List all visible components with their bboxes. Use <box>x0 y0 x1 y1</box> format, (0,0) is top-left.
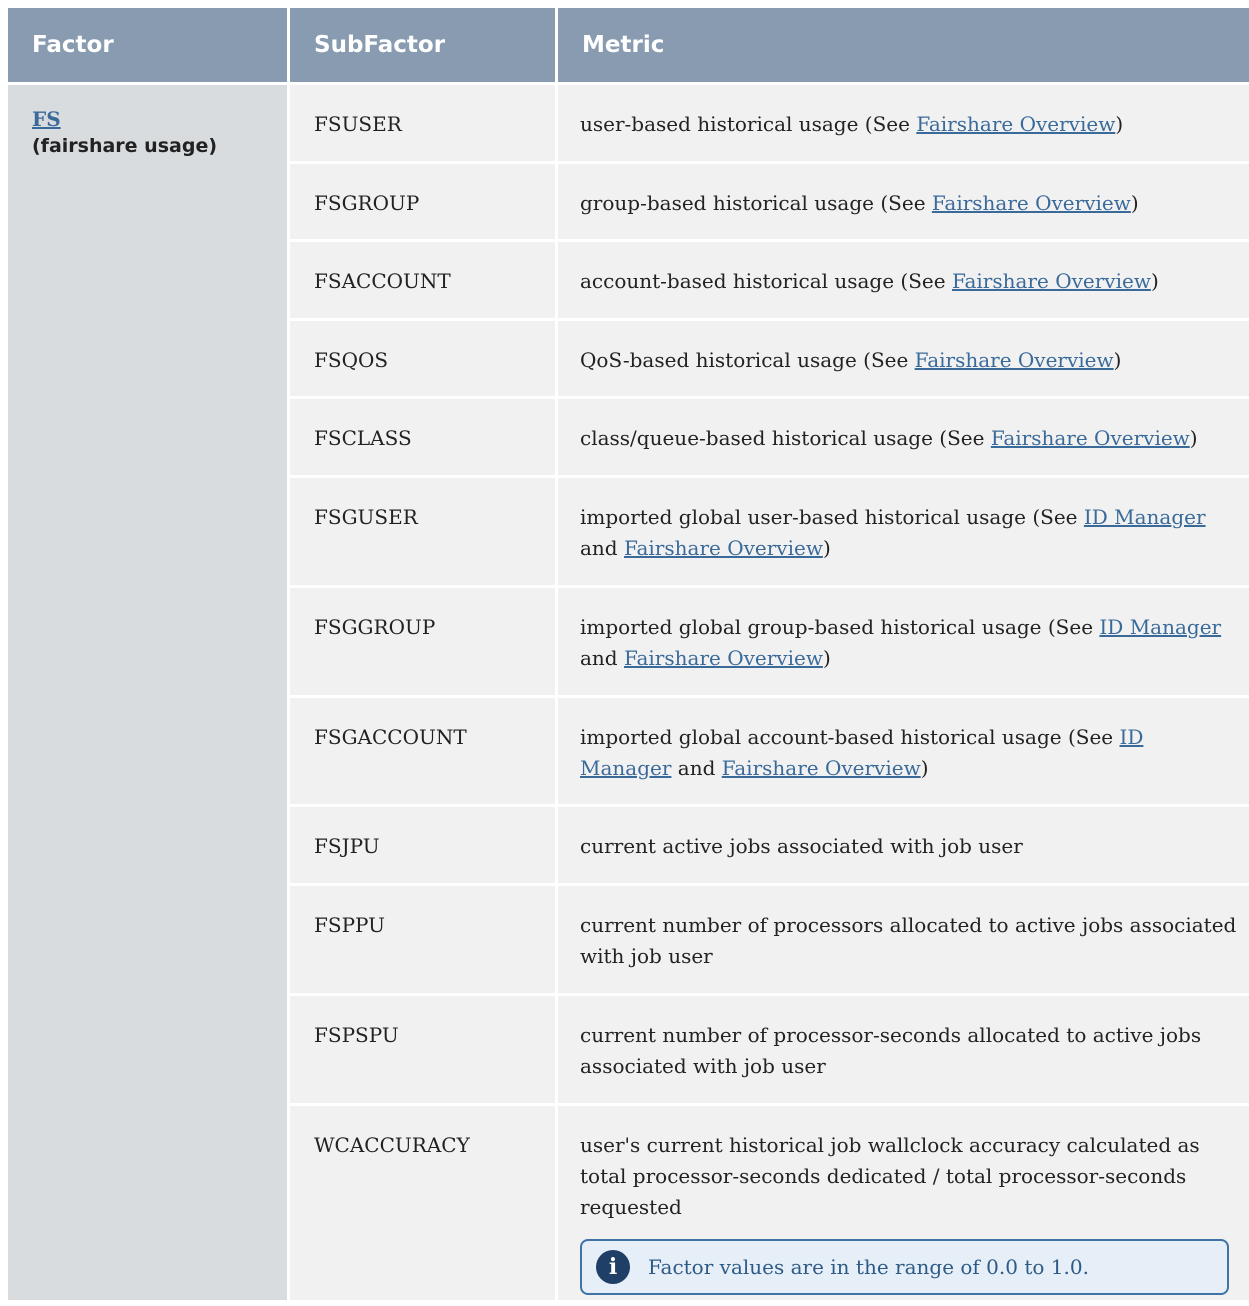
subfactor-cell: FSGUSER <box>290 475 558 585</box>
metric-text: current number of processor-seconds allo… <box>580 1023 1202 1078</box>
metric-text: class/queue-based historical usage (See <box>580 426 991 450</box>
metric-link[interactable]: Fairshare Overview <box>932 191 1131 215</box>
metric-text: and <box>580 536 624 560</box>
metric-link[interactable]: Fairshare Overview <box>624 646 823 670</box>
metric-cell: user-based historical usage (See Fairsha… <box>558 82 1249 161</box>
metric-cell: imported global account-based historical… <box>558 695 1249 804</box>
subfactor-cell: FSCLASS <box>290 396 558 475</box>
metric-cell: imported global user-based historical us… <box>558 475 1249 585</box>
metric-text: ) <box>822 646 831 670</box>
metric-text: and <box>671 756 722 780</box>
metric-link[interactable]: Fairshare Overview <box>916 112 1115 136</box>
metric-text: ) <box>1189 426 1198 450</box>
metric-cell: current number of processor-seconds allo… <box>558 993 1249 1103</box>
metric-cell: current number of processors allocated t… <box>558 883 1249 993</box>
info-note: i Factor values are in the range of 0.0 t… <box>580 1239 1229 1295</box>
metric-text: ) <box>1115 112 1124 136</box>
subfactor-cell: FSUSER <box>290 82 558 161</box>
metric-text: group-based historical usage (See <box>580 191 932 215</box>
metric-link[interactable]: Fairshare Overview <box>624 536 823 560</box>
subfactor-cell: FSGACCOUNT <box>290 695 558 804</box>
subfactor-cell: FSGROUP <box>290 161 558 239</box>
metric-cell: group-based historical usage (See Fairsh… <box>558 161 1249 239</box>
factor-cell: FS (fairshare usage) <box>8 82 290 1300</box>
metric-link[interactable]: ID Manager <box>1099 615 1221 639</box>
metric-text: imported global user-based historical us… <box>580 505 1084 529</box>
metric-text: ) <box>920 756 929 780</box>
metric-text: ) <box>1113 348 1122 372</box>
metric-text: current active jobs associated with job … <box>580 834 1023 858</box>
metric-text: ) <box>1130 191 1139 215</box>
metric-link[interactable]: ID Manager <box>1084 505 1206 529</box>
metric-text: user's current historical job wallclock … <box>580 1133 1200 1219</box>
header-subfactor: SubFactor <box>290 8 558 82</box>
factor-table: Factor SubFactor Metric FS (fairshare us… <box>8 8 1249 1300</box>
metric-cell: account-based historical usage (See Fair… <box>558 239 1249 318</box>
subfactor-cell: FSQOS <box>290 318 558 396</box>
metric-text: ) <box>822 536 831 560</box>
metric-link[interactable]: Fairshare Overview <box>991 426 1190 450</box>
metric-text: and <box>580 646 624 670</box>
subfactor-cell: FSPSPU <box>290 993 558 1103</box>
metric-text: imported global group-based historical u… <box>580 615 1100 639</box>
metric-link[interactable]: Fairshare Overview <box>952 269 1151 293</box>
metric-text: current number of processors allocated t… <box>580 913 1237 968</box>
subfactor-cell: WCACCURACY <box>290 1103 558 1300</box>
info-icon: i <box>596 1250 630 1284</box>
metric-link[interactable]: Fairshare Overview <box>722 756 921 780</box>
metric-text: ) <box>1150 269 1159 293</box>
header-metric: Metric <box>558 8 1249 82</box>
metric-cell: current active jobs associated with job … <box>558 804 1249 883</box>
subfactor-cell: FSGGROUP <box>290 585 558 695</box>
metric-text: imported global account-based historical… <box>580 725 1120 749</box>
metric-link[interactable]: Fairshare Overview <box>915 348 1114 372</box>
metric-text: user-based historical usage (See <box>580 112 917 136</box>
metric-cell: imported global group-based historical u… <box>558 585 1249 695</box>
subfactor-cell: FSACCOUNT <box>290 239 558 318</box>
subfactor-cell: FSJPU <box>290 804 558 883</box>
header-factor: Factor <box>8 8 290 82</box>
factor-fs-link[interactable]: FS <box>32 107 61 131</box>
metric-cell: QoS-based historical usage (See Fairshar… <box>558 318 1249 396</box>
metric-cell: class/queue-based historical usage (See … <box>558 396 1249 475</box>
metric-text: QoS-based historical usage (See <box>580 348 915 372</box>
note-text: Factor values are in the range of 0.0 to… <box>648 1254 1089 1279</box>
metric-text: account-based historical usage (See <box>580 269 952 293</box>
factor-desc: (fairshare usage) <box>32 135 218 157</box>
subfactor-cell: FSPPU <box>290 883 558 993</box>
metric-cell: user's current historical job wallclock … <box>558 1103 1249 1300</box>
